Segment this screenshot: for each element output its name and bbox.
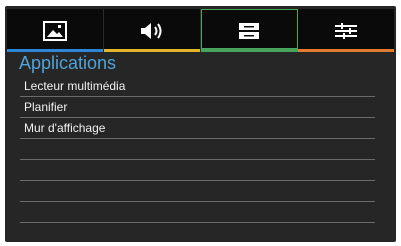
image-icon	[42, 20, 67, 41]
storage-icon	[239, 22, 260, 39]
list-item-media-player[interactable]: Lecteur multimédia	[20, 76, 375, 97]
applications-list: Lecteur multimédia Planifier Mur d'affic…	[20, 76, 375, 242]
tab-underline	[201, 48, 298, 51]
section-title: Applications	[19, 53, 117, 73]
list-item-empty	[20, 160, 375, 181]
list-item-empty	[20, 202, 375, 223]
tab-applications[interactable]	[200, 9, 299, 52]
list-item-video-wall[interactable]: Mur d'affichage	[20, 118, 375, 139]
sliders-icon	[335, 22, 358, 39]
tab-sound[interactable]	[103, 9, 201, 52]
tab-settings[interactable]	[298, 9, 394, 52]
settings-screen: Applications Lecteur multimédia Planifie…	[5, 6, 396, 242]
tab-underline	[298, 49, 394, 52]
category-tabbar	[7, 9, 394, 52]
tab-image[interactable]	[7, 9, 104, 52]
tab-underline	[103, 49, 200, 52]
list-item-empty	[20, 181, 375, 202]
list-item-empty	[20, 139, 375, 160]
speaker-icon	[140, 22, 162, 39]
tab-underline	[7, 49, 103, 52]
list-item-empty	[20, 223, 375, 242]
list-item-schedule[interactable]: Planifier	[20, 97, 375, 118]
